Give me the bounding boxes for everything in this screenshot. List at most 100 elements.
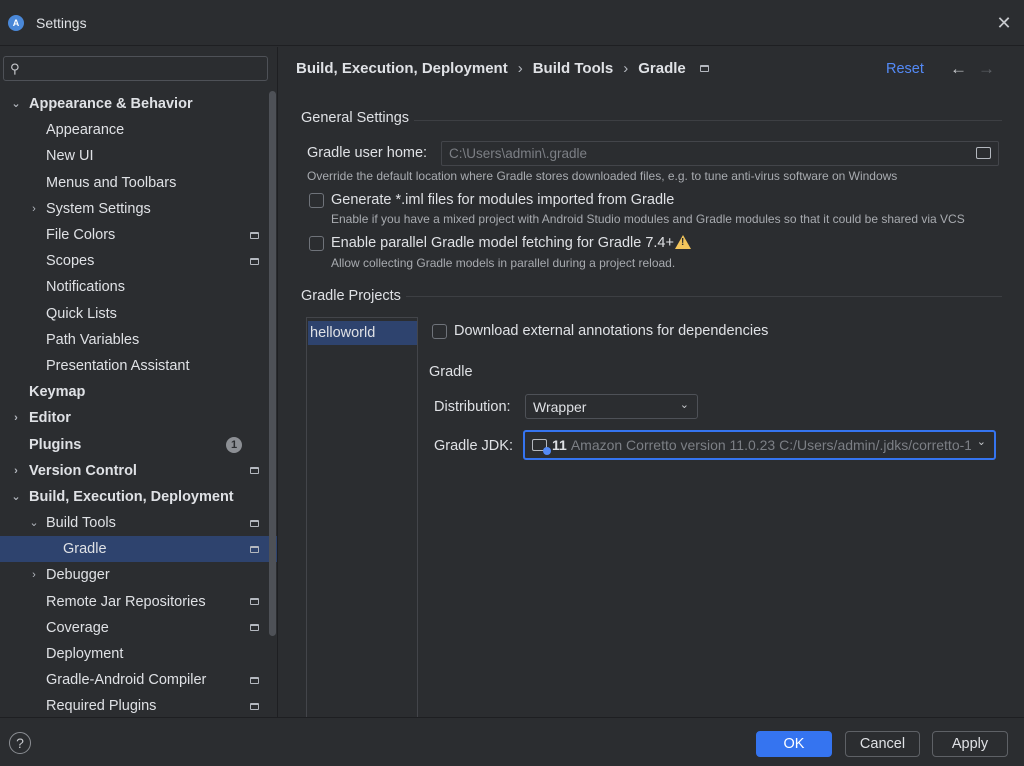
- tree-item-remote-jar-repositories[interactable]: Remote Jar Repositories: [0, 589, 277, 615]
- parallel-fetching-hint: Allow collecting Gradle models in parall…: [331, 256, 676, 270]
- apply-button[interactable]: Apply: [932, 731, 1008, 757]
- search-box[interactable]: ⚲: [3, 56, 268, 81]
- folder-icon[interactable]: [976, 147, 991, 159]
- tree-item-label: Path Variables: [46, 331, 140, 348]
- project-scope-icon: [250, 598, 259, 606]
- cancel-button[interactable]: Cancel: [845, 731, 920, 757]
- chevron-right-icon[interactable]: ›: [10, 465, 22, 477]
- breadcrumb-separator: ›: [517, 60, 523, 77]
- tree-item-system-settings[interactable]: › System Settings: [0, 196, 277, 222]
- generate-iml-label: Generate *.iml files for modules importe…: [331, 192, 675, 208]
- download-annotations-checkbox[interactable]: [432, 324, 447, 339]
- distribution-label: Distribution:: [434, 399, 511, 415]
- title-bar: A Settings ✕: [0, 0, 1024, 46]
- settings-main-panel: Build, Execution, Deployment › Build Too…: [277, 47, 1024, 749]
- settings-sidebar: ⚲ ⌄ Appearance & Behavior Appearance New…: [0, 47, 277, 717]
- search-icon: ⚲: [10, 60, 20, 76]
- tree-item-appearance[interactable]: Appearance: [0, 117, 277, 143]
- tree-item-required-plugins[interactable]: Required Plugins: [0, 693, 277, 719]
- tree-item-appearance-behavior[interactable]: ⌄ Appearance & Behavior: [0, 91, 277, 117]
- chevron-right-icon[interactable]: ›: [28, 569, 40, 581]
- project-scope-icon: [699, 65, 709, 72]
- chevron-down-icon[interactable]: ⌄: [10, 98, 22, 110]
- tree-item-quick-lists[interactable]: Quick Lists: [0, 301, 277, 327]
- chevron-down-icon[interactable]: ⌄: [10, 491, 22, 503]
- gradle-user-home-hint: Override the default location where Grad…: [307, 169, 898, 183]
- tree-item-label: Build, Execution, Deployment: [29, 488, 234, 505]
- gradle-user-home-value: C:\Users\admin\.gradle: [449, 146, 588, 161]
- chevron-down-icon[interactable]: ⌄: [28, 517, 40, 529]
- project-item-helloworld[interactable]: helloworld: [308, 321, 417, 345]
- gradle-section-title: Gradle: [429, 364, 473, 380]
- distribution-value: Wrapper: [533, 398, 587, 415]
- tree-item-label: Appearance: [46, 122, 125, 139]
- search-input[interactable]: [25, 61, 256, 76]
- breadcrumb-item[interactable]: Build Tools: [533, 60, 614, 77]
- tree-item-plugins[interactable]: Plugins 1: [0, 431, 277, 457]
- close-icon[interactable]: ✕: [994, 13, 1014, 33]
- tree-item-label: Gradle: [63, 541, 107, 558]
- tree-item-gradle[interactable]: Gradle: [0, 536, 277, 563]
- tree-item-label: Menus and Toolbars: [46, 174, 177, 191]
- gradle-jdk-label: Gradle JDK:: [434, 438, 513, 454]
- tree-item-deployment[interactable]: Deployment: [0, 641, 277, 667]
- tree-item-presentation-assistant[interactable]: Presentation Assistant: [0, 353, 277, 379]
- distribution-dropdown[interactable]: Wrapper ⌄: [525, 394, 698, 419]
- breadcrumb-item[interactable]: Build, Execution, Deployment: [296, 60, 508, 77]
- tree-item-label: Notifications: [46, 279, 125, 296]
- window-title: Settings: [36, 14, 87, 31]
- tree-item-label: System Settings: [46, 200, 151, 217]
- back-arrow-icon[interactable]: ←: [950, 59, 967, 79]
- tree-item-version-control[interactable]: › Version Control: [0, 458, 277, 484]
- generate-iml-checkbox[interactable]: [309, 193, 324, 208]
- tree-item-file-colors[interactable]: File Colors: [0, 222, 277, 248]
- tree-item-label: Quick Lists: [46, 305, 117, 322]
- project-scope-icon: [250, 545, 259, 553]
- jdk-version: 11: [552, 437, 567, 453]
- tree-item-label: Scopes: [46, 253, 95, 270]
- ok-button[interactable]: OK: [756, 731, 832, 757]
- android-studio-icon: A: [8, 14, 24, 31]
- jdk-value: Amazon Corretto version 11.0.23 C:/Users…: [570, 437, 971, 453]
- tree-item-label: Version Control: [29, 462, 137, 479]
- gradle-user-home-label: Gradle user home:: [307, 145, 428, 161]
- forward-arrow-icon: →: [978, 59, 995, 78]
- divider: [406, 296, 1002, 297]
- gradle-projects-list: helloworld: [306, 317, 418, 749]
- help-icon[interactable]: ?: [9, 732, 31, 754]
- reset-link[interactable]: Reset: [886, 61, 924, 77]
- warning-icon: !: [675, 235, 691, 249]
- chevron-right-icon[interactable]: ›: [10, 412, 22, 424]
- tree-item-scopes[interactable]: Scopes: [0, 248, 277, 274]
- gradle-settings-content: General Settings Gradle user home: C:\Us…: [278, 93, 1024, 749]
- tree-item-build-execution-deployment[interactable]: ⌄ Build, Execution, Deployment: [0, 484, 277, 510]
- tree-item-gradle-android-compiler[interactable]: Gradle-Android Compiler: [0, 667, 277, 693]
- gradle-user-home-field[interactable]: C:\Users\admin\.gradle: [441, 141, 999, 166]
- tree-item-label: Coverage: [46, 619, 109, 636]
- tree-item-label: Presentation Assistant: [46, 357, 190, 374]
- settings-header: Build, Execution, Deployment › Build Too…: [278, 47, 1024, 93]
- chevron-right-icon[interactable]: ›: [28, 203, 40, 215]
- tree-item-keymap[interactable]: Keymap: [0, 379, 277, 405]
- chevron-down-icon: ⌄: [976, 436, 986, 448]
- breadcrumb-separator: ›: [623, 60, 629, 77]
- tree-item-label: Appearance & Behavior: [29, 96, 193, 113]
- project-scope-icon: [250, 519, 259, 527]
- tree-item-label: Remote Jar Repositories: [46, 593, 206, 610]
- tree-item-coverage[interactable]: Coverage: [0, 615, 277, 641]
- tree-item-build-tools[interactable]: ⌄ Build Tools: [0, 510, 277, 536]
- project-scope-icon: [250, 676, 259, 684]
- tree-item-path-variables[interactable]: Path Variables: [0, 327, 277, 353]
- general-settings-title: General Settings: [301, 110, 410, 126]
- tree-item-label: Deployment: [46, 646, 124, 663]
- tree-item-notifications[interactable]: Notifications: [0, 274, 277, 300]
- divider: [414, 120, 1002, 121]
- tree-item-new-ui[interactable]: New UI: [0, 143, 277, 169]
- dialog-footer: ? OK Cancel Apply: [0, 717, 1024, 766]
- sidebar-scrollbar[interactable]: [269, 91, 276, 636]
- tree-item-menus-toolbars[interactable]: Menus and Toolbars: [0, 170, 277, 196]
- parallel-fetching-checkbox[interactable]: [309, 236, 324, 251]
- gradle-jdk-dropdown[interactable]: 11 Amazon Corretto version 11.0.23 C:/Us…: [523, 430, 996, 460]
- tree-item-debugger[interactable]: › Debugger: [0, 562, 277, 588]
- tree-item-editor[interactable]: › Editor: [0, 405, 277, 431]
